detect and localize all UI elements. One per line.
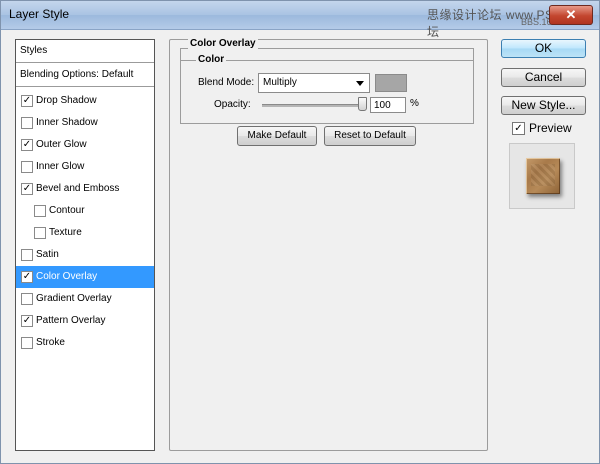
opacity-unit: % [410, 98, 419, 109]
style-item-label: Inner Glow [36, 161, 85, 172]
styles-header-label: Styles [20, 45, 48, 56]
style-item-color-overlay[interactable]: ✓ Color Overlay [16, 266, 154, 288]
style-item-inner-glow[interactable]: Inner Glow [16, 156, 154, 178]
style-checkbox[interactable] [21, 293, 33, 305]
style-item-label: Contour [49, 205, 85, 216]
ok-button[interactable]: OK [501, 39, 586, 58]
opacity-input[interactable]: 100 [370, 97, 406, 113]
color-overlay-title: Color Overlay [188, 38, 258, 49]
overlay-color-swatch[interactable] [375, 74, 407, 92]
style-item-stroke[interactable]: Stroke [16, 332, 154, 354]
blend-mode-select[interactable]: Multiply [258, 73, 370, 93]
style-item-label: Gradient Overlay [36, 293, 112, 304]
layer-style-dialog: Layer Style 思缘设计论坛 www.PS教程论坛 BBS.16XX8.… [0, 0, 600, 464]
preview-checkbox[interactable]: ✓ [512, 122, 525, 135]
cancel-button[interactable]: Cancel [501, 68, 586, 87]
style-item-label: Drop Shadow [36, 95, 97, 106]
opacity-slider-track[interactable] [262, 104, 366, 107]
new-style-button[interactable]: New Style... [501, 96, 586, 115]
close-button[interactable]: ✕ [549, 5, 593, 25]
make-default-button[interactable]: Make Default [237, 126, 317, 146]
style-checkbox[interactable] [21, 117, 33, 129]
styles-list: Styles Blending Options: Default ✓ Drop S… [15, 39, 155, 451]
dialog-title: Layer Style [9, 7, 70, 21]
style-item-label: Satin [36, 249, 59, 260]
style-item-label: Bevel and Emboss [36, 183, 120, 194]
style-item-label: Color Overlay [36, 271, 98, 282]
style-item-inner-shadow[interactable]: Inner Shadow [16, 112, 154, 134]
style-checkbox[interactable]: ✓ [21, 95, 33, 107]
style-checkbox[interactable] [21, 337, 33, 349]
opacity-label: Opacity: [214, 99, 251, 110]
style-checkbox[interactable]: ✓ [21, 139, 33, 151]
style-item-label: Stroke [36, 337, 65, 348]
style-item-drop-shadow[interactable]: ✓ Drop Shadow [16, 90, 154, 112]
preview-thumbnail-frame [509, 143, 575, 209]
style-item-label: Texture [49, 227, 82, 238]
reset-to-default-button[interactable]: Reset to Default [324, 126, 416, 146]
close-icon: ✕ [565, 7, 577, 22]
opacity-value: 100 [374, 100, 391, 111]
style-checkbox[interactable] [21, 249, 33, 261]
style-checkbox[interactable] [34, 205, 46, 217]
style-item-bevel-and-emboss[interactable]: ✓ Bevel and Emboss [16, 178, 154, 200]
style-checkbox[interactable]: ✓ [21, 315, 33, 327]
opacity-slider-thumb[interactable] [358, 97, 367, 111]
style-checkbox[interactable]: ✓ [21, 271, 33, 283]
styles-header[interactable]: Styles [16, 40, 154, 63]
style-checkbox[interactable] [21, 161, 33, 173]
style-item-gradient-overlay[interactable]: Gradient Overlay [16, 288, 154, 310]
style-checkbox[interactable]: ✓ [21, 183, 33, 195]
blending-options-item[interactable]: Blending Options: Default [16, 64, 154, 87]
style-item-contour[interactable]: Contour [16, 200, 154, 222]
blending-options-label: Blending Options: Default [20, 69, 134, 80]
blend-mode-value: Multiply [263, 77, 297, 88]
preview-thumbnail [526, 158, 560, 194]
preview-label: Preview [529, 121, 572, 135]
color-group-title: Color [196, 54, 227, 65]
color-overlay-panel: Color Overlay Color Blend Mode: Multiply… [169, 38, 488, 451]
style-item-satin[interactable]: Satin [16, 244, 154, 266]
style-checkbox[interactable] [34, 227, 46, 239]
style-item-label: Outer Glow [36, 139, 87, 150]
chevron-down-icon [356, 81, 364, 86]
style-item-outer-glow[interactable]: ✓ Outer Glow [16, 134, 154, 156]
style-item-texture[interactable]: Texture [16, 222, 154, 244]
style-item-label: Inner Shadow [36, 117, 98, 128]
blend-mode-label: Blend Mode: [198, 77, 255, 88]
style-item-label: Pattern Overlay [36, 315, 106, 326]
style-item-pattern-overlay[interactable]: ✓ Pattern Overlay [16, 310, 154, 332]
title-bar[interactable]: Layer Style 思缘设计论坛 www.PS教程论坛 BBS.16XX8.… [1, 1, 599, 39]
